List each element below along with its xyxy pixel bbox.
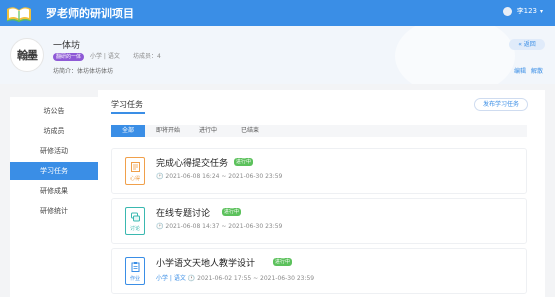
task-time: 🕐 2021-06-08 14:37 ~ 2021-06-30 23:59 [156,223,283,230]
task-title[interactable]: 完成心得提交任务 [156,156,228,169]
page-title: 学习任务 [111,100,143,109]
workshop-logo: 翰墨 [10,38,44,72]
sidebar-item-statistics[interactable]: 研修统计 [10,202,98,220]
task-time-text: 2021-06-02 17:55 ~ 2021-06-30 23:59 [197,275,315,282]
workshop-tag: 翻研的一体 [53,53,85,61]
status-badge: 进行中 [273,258,293,266]
user-name: 李123 [516,7,537,15]
workshop-name: 一体坊 [53,41,81,51]
tab-upcoming[interactable]: 即将开始 [151,125,185,137]
task-time-text: 2021-06-08 14:37 ~ 2021-06-30 23:59 [165,223,283,230]
task-time: 🕐 2021-06-08 16:24 ~ 2021-06-30 23:59 [156,173,283,180]
status-badge: 进行中 [234,158,254,166]
task-title[interactable]: 小学语文天地人教学设计 [156,256,255,269]
sidebar: 坊公告 坊成员 研修活动 学习任务 研修成果 研修统计 [10,97,98,297]
sidebar-item-members[interactable]: 坊成员 [10,122,98,140]
chevron-down-icon: ▾ [539,7,543,15]
workshop-meta: 小学 | 语文 [90,53,120,60]
task-title[interactable]: 在线专题讨论 [156,206,210,219]
top-bar: 罗老师的研训项目 李123 ▾ [0,0,555,26]
publish-task-button[interactable]: 发布学习任务 [474,98,528,111]
notes-glyph [131,162,140,172]
task-info: 小学 | 语文 🕐 2021-06-02 17:55 ~ 2021-06-30 … [156,275,315,282]
task-card[interactable]: 作业 小学语文天地人教学设计 进行中 小学 | 语文 🕐 2021-06-02 … [111,248,527,294]
back-button[interactable]: « 返回 [509,39,545,50]
filter-tabs: 全部 即将开始 进行中 已结束 [111,125,527,137]
sidebar-item-results[interactable]: 研修成果 [10,182,98,200]
tab-in-progress[interactable]: 进行中 [191,125,225,137]
tab-ended[interactable]: 已结束 [233,125,267,137]
main-panel: 学习任务 发布学习任务 全部 即将开始 进行中 已结束 心得 完成心得提交任务 … [98,90,545,297]
discussion-glyph [131,212,140,222]
task-card[interactable]: 讨论 在线专题讨论 进行中 🕐 2021-06-08 14:37 ~ 2021-… [111,198,527,244]
workshop-banner: 翰墨 一体坊 翻研的一体 小学 | 语文 坊成员：4 坊简介：体坊体坊体坊 « … [0,26,555,84]
task-type-label: 心得 [129,176,140,182]
tab-all[interactable]: 全部 [111,125,145,137]
task-type-label: 讨论 [129,226,140,232]
homework-icon: 作业 [125,257,145,285]
banner-decoration [395,26,515,84]
user-avatar [502,6,512,16]
app-title: 罗老师的研训项目 [46,7,134,20]
task-type-label: 作业 [129,276,140,282]
dismiss-link[interactable]: 解散 [531,66,543,75]
task-card[interactable]: 心得 完成心得提交任务 进行中 🕐 2021-06-08 16:24 ~ 202… [111,148,527,194]
sidebar-item-activities[interactable]: 研修活动 [10,142,98,160]
sidebar-item-learning-tasks[interactable]: 学习任务 [10,162,98,180]
sidebar-item-announcements[interactable]: 坊公告 [10,102,98,120]
workshop-intro: 坊简介：体坊体坊体坊 [53,68,114,75]
book-logo-icon [6,7,32,23]
user-menu[interactable]: 李123 ▾ [502,6,543,16]
notes-icon: 心得 [125,157,145,185]
task-subject: 小学 | 语文 [156,275,186,282]
status-badge: 进行中 [222,208,242,216]
homework-glyph [131,262,140,272]
workshop-member-count: 坊成员：4 [133,53,161,60]
task-time-text: 2021-06-08 16:24 ~ 2021-06-30 23:59 [165,173,283,180]
title-underline [111,112,145,114]
discussion-icon: 讨论 [125,207,145,235]
workshop-logo-text: 翰墨 [17,49,38,62]
edit-link[interactable]: 编辑 [514,66,526,75]
